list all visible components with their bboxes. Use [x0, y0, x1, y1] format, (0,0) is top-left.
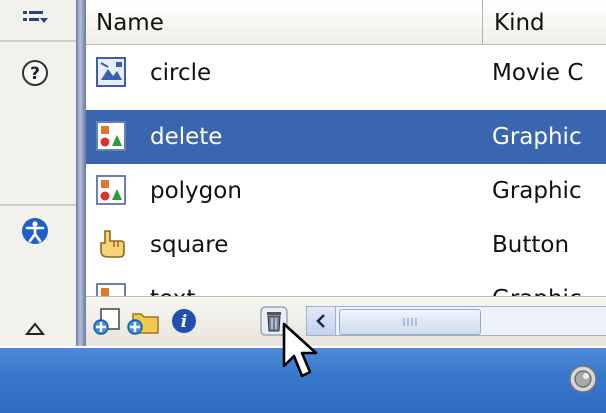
library-row-square[interactable]: square Button [86, 218, 606, 272]
scrollbar-thumb[interactable] [339, 309, 481, 335]
left-panel-divider [0, 204, 76, 206]
column-header-row: Name Kind [86, 0, 606, 45]
name-column-header[interactable]: Name [86, 0, 483, 44]
new-folder-icon[interactable] [126, 303, 162, 339]
left-panel-divider [0, 40, 76, 42]
new-symbol-icon[interactable] [90, 303, 126, 339]
status-bar [0, 346, 606, 413]
collapse-triangle-icon[interactable] [18, 312, 52, 346]
library-row-delete[interactable]: delete Graphic [86, 110, 606, 164]
svg-text:?: ? [30, 64, 40, 84]
left-panel: ? [0, 0, 77, 346]
symbol-kind: Movie C [492, 60, 584, 86]
symbol-name: square [150, 232, 229, 258]
status-indicator-icon[interactable] [566, 362, 600, 396]
symbol-name: circle [150, 60, 212, 86]
panel-splitter[interactable] [76, 0, 86, 346]
symbol-kind: Graphic [492, 178, 582, 204]
library-row-circle[interactable]: circle Movie C [86, 46, 606, 100]
horizontal-scrollbar[interactable] [306, 306, 606, 336]
button-symbol-icon [96, 229, 126, 259]
scroll-left-icon[interactable] [307, 307, 336, 335]
accessibility-icon[interactable] [18, 214, 52, 248]
library-toolbar: i [86, 296, 606, 347]
symbol-name: delete [150, 124, 223, 150]
symbol-name: polygon [150, 178, 242, 204]
library-panel: Name Kind circle Movie C delete Graphic [86, 0, 606, 346]
graphic-symbol-icon [96, 175, 126, 205]
help-icon[interactable]: ? [18, 56, 52, 90]
symbol-kind: Button [492, 232, 570, 258]
symbol-kind: Graphic [492, 124, 582, 150]
kind-column-header[interactable]: Kind [484, 0, 606, 44]
delete-icon[interactable] [256, 303, 292, 339]
library-row-polygon[interactable]: polygon Graphic [86, 164, 606, 218]
graphic-symbol-icon [96, 121, 126, 151]
properties-icon[interactable]: i [166, 303, 202, 339]
svg-text:i: i [181, 312, 187, 332]
list-options-icon[interactable] [18, 2, 52, 36]
movie-clip-symbol-icon [96, 57, 126, 87]
